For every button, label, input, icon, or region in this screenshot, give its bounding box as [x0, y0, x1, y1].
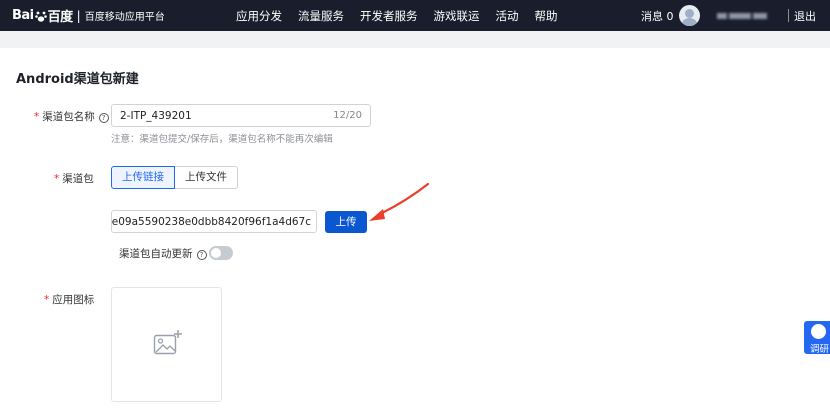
required-mark: *	[54, 173, 60, 185]
package-name-hint: 注意：渠道包提交/保存后，渠道包名称不能再次编辑	[111, 134, 333, 145]
logo-brand: 百度	[47, 10, 74, 25]
avatar[interactable]	[679, 5, 700, 26]
nav-item-game-operations[interactable]: 游戏联运	[434, 8, 480, 24]
nav-item-app-distribution[interactable]: 应用分发	[236, 8, 282, 24]
page-title: Android渠道包新建	[16, 72, 139, 87]
auto-update-label: 渠道包自动更新?	[119, 246, 207, 261]
top-navbar: Bai 百度 | 百度移动应用平台 应用分发 流量服务 开发者服务 游戏联运 活…	[0, 0, 830, 31]
sub-header-bar	[0, 31, 830, 48]
package-url-value[interactable]: 067e09a5590238e0dbb8420f96f1a4d67c	[112, 216, 311, 228]
survey-icon	[811, 324, 826, 339]
paw-icon	[34, 11, 47, 22]
app-icon-label-text: 应用图标	[52, 294, 95, 306]
package-name-label-text: 渠道包名称	[42, 111, 95, 123]
package-name-value[interactable]: 2-ITP_439201	[120, 110, 192, 122]
help-icon[interactable]: ?	[196, 250, 207, 260]
messages-link[interactable]: 消息 0	[641, 8, 674, 24]
app-icon-label: * 应用图标	[44, 292, 94, 307]
package-name-label: * 渠道包名称?	[34, 109, 109, 124]
header-divider	[788, 9, 789, 22]
package-url-input[interactable]: 067e09a5590238e0dbb8420f96f1a4d67c	[111, 210, 317, 233]
package-label-text: 渠道包	[62, 173, 94, 185]
logo-separator: |	[76, 8, 81, 23]
logout-link[interactable]: 退出	[794, 8, 816, 24]
app-icon-upload[interactable]	[111, 287, 222, 402]
nav-item-developer-service[interactable]: 开发者服务	[360, 8, 418, 24]
char-counter: 12/20	[333, 110, 362, 121]
red-arrow-annotation	[369, 182, 430, 221]
survey-label: 调研	[810, 344, 830, 354]
nav-item-traffic-service[interactable]: 流量服务	[298, 8, 344, 24]
upload-mode-tabs: 上传链接 上传文件	[111, 166, 238, 189]
username-blurred[interactable]	[717, 9, 777, 20]
help-icon[interactable]: ?	[98, 113, 109, 123]
baidu-logo[interactable]: Bai 百度 | 百度移动应用平台	[12, 7, 165, 25]
image-add-icon	[153, 330, 182, 355]
nav-item-help[interactable]: 帮助	[535, 8, 558, 24]
main-nav: 应用分发 流量服务 开发者服务 游戏联运 活动 帮助	[236, 0, 574, 31]
auto-update-label-text: 渠道包自动更新	[119, 248, 193, 260]
package-label: * 渠道包	[54, 171, 94, 186]
platform-name: 百度移动应用平台	[84, 12, 165, 23]
auto-update-toggle[interactable]	[209, 246, 233, 260]
package-name-input[interactable]: 2-ITP_439201 12/20	[111, 104, 371, 127]
survey-widget[interactable]: 调研	[804, 321, 830, 354]
required-mark: *	[44, 294, 50, 306]
tab-upload-file[interactable]: 上传文件	[175, 166, 238, 189]
required-mark: *	[34, 111, 40, 123]
cropped-hint-text	[111, 406, 251, 412]
logo-wordmark: Bai	[12, 8, 34, 23]
toggle-knob	[211, 248, 221, 258]
tab-upload-link[interactable]: 上传链接	[111, 166, 175, 189]
nav-item-activities[interactable]: 活动	[496, 8, 519, 24]
